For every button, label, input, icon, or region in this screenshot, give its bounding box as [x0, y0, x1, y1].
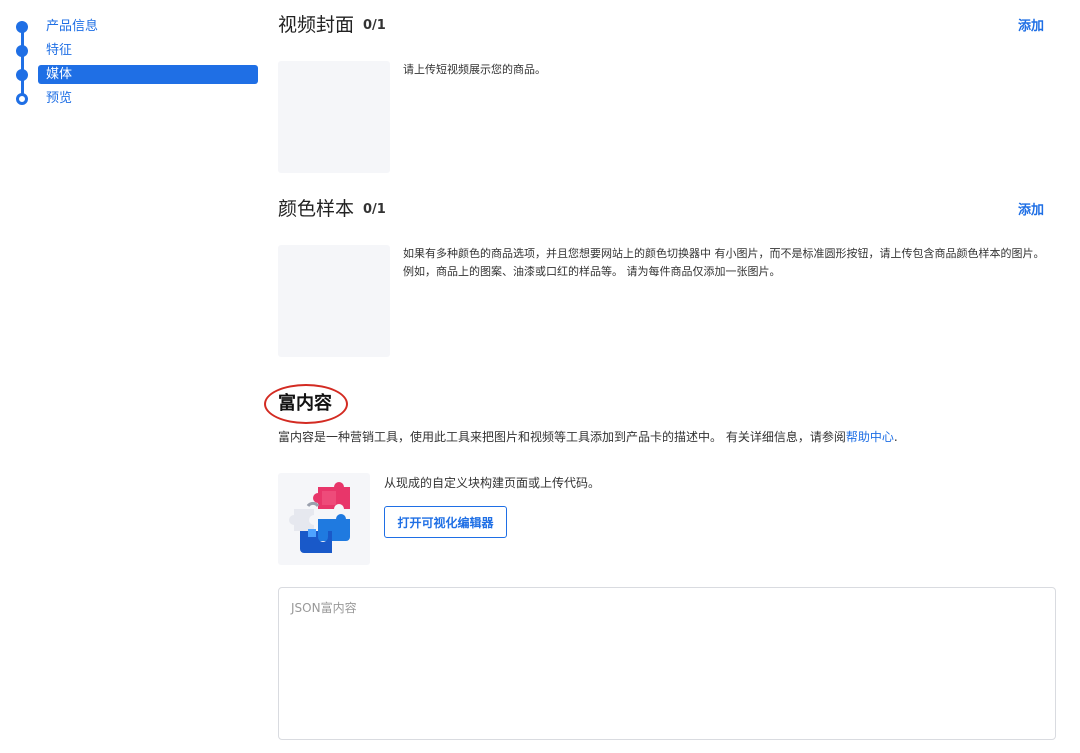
stepper-line [21, 27, 24, 97]
step-dot-icon [16, 69, 28, 81]
step-preview[interactable]: 预览 [0, 89, 270, 109]
json-rich-content-input[interactable] [278, 587, 1056, 740]
step-label: 产品信息 [46, 19, 99, 34]
color-swatch-add-button[interactable]: 添加 [1018, 199, 1044, 218]
rich-content-description-text: 富内容是一种营销工具，使用此工具来把图片和视频等工具添加到产品卡的描述中。 有关… [278, 430, 846, 444]
video-cover-upload-slot[interactable] [278, 61, 390, 173]
progress-stepper: 产品信息 特征 媒体 预览 [0, 0, 270, 753]
rich-content-description-suffix: . [893, 430, 898, 444]
open-visual-editor-button[interactable]: 打开可视化编辑器 [384, 506, 507, 538]
puzzle-icon [278, 473, 370, 565]
color-swatch-description: 如果有多种颜色的商品选项，并且您想要网站上的颜色切换器中 有小图片，而不是标准圆… [403, 247, 1045, 278]
help-center-link[interactable]: 帮助中心 [846, 430, 894, 444]
step-media[interactable]: 媒体 [0, 65, 270, 85]
color-swatch-title: 颜色样本 [278, 198, 355, 220]
video-cover-add-button[interactable]: 添加 [1018, 15, 1044, 34]
visual-editor-description: 从现成的自定义块构建页面或上传代码。 [384, 476, 601, 490]
step-features[interactable]: 特征 [0, 41, 270, 61]
color-swatch-upload-slot[interactable] [278, 245, 390, 357]
video-cover-count: 0/1 [363, 18, 386, 33]
step-label: 特征 [46, 43, 73, 58]
step-dot-icon [16, 21, 28, 33]
step-product-info[interactable]: 产品信息 [0, 17, 270, 37]
step-dot-icon [16, 45, 28, 57]
step-dot-hollow-icon [16, 93, 28, 105]
color-swatch-count: 0/1 [363, 202, 386, 217]
color-swatch-header: 颜色样本 0/1 添加 [278, 195, 1058, 223]
video-cover-header: 视频封面 0/1 添加 [278, 11, 1058, 39]
step-label: 媒体 [46, 67, 73, 82]
rich-content-title-highlight: 富内容 [264, 384, 348, 424]
rich-content-title: 富内容 [278, 393, 332, 414]
rich-content-description: 富内容是一种营销工具，使用此工具来把图片和视频等工具添加到产品卡的描述中。 有关… [278, 428, 898, 446]
video-cover-description: 请上传短视频展示您的商品。 [403, 63, 546, 76]
video-cover-title: 视频封面 [278, 14, 355, 36]
step-label: 预览 [46, 91, 73, 106]
